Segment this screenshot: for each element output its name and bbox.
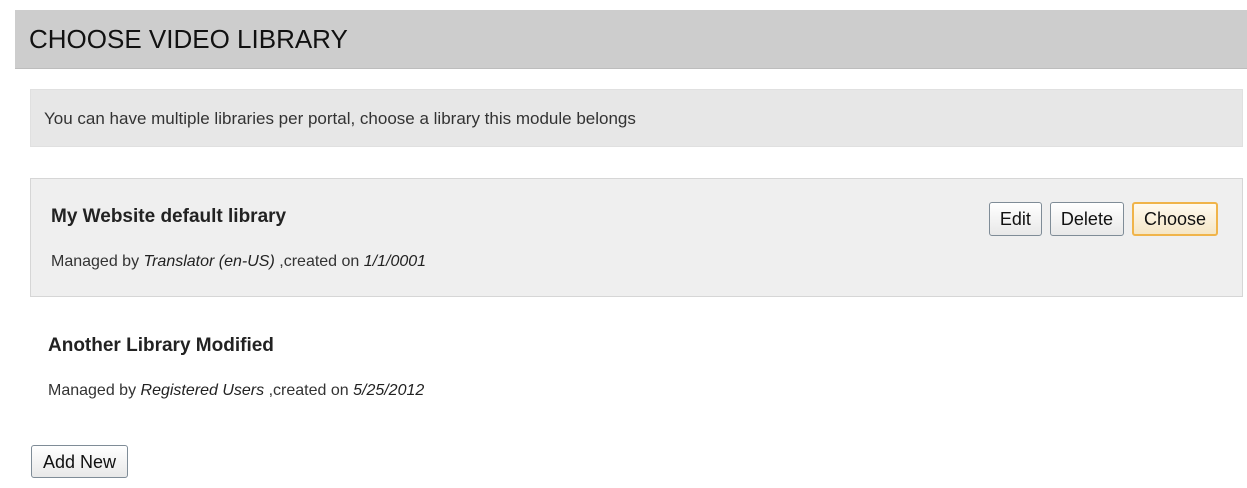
library-actions: Edit Delete Choose: [988, 202, 1218, 236]
created-prefix: ,created on: [268, 382, 349, 399]
managed-prefix: Managed by: [51, 253, 140, 270]
delete-button[interactable]: Delete: [1049, 202, 1124, 236]
library-item-default[interactable]: My Website default library Managed by Tr…: [30, 178, 1243, 297]
managed-prefix: Managed by: [48, 382, 137, 399]
library-manager: Translator (en-US): [143, 253, 275, 270]
info-text: You can have multiple libraries per port…: [44, 109, 636, 128]
choose-button[interactable]: Choose: [1131, 202, 1218, 236]
panel-header: CHOOSE VIDEO LIBRARY: [15, 10, 1247, 69]
choose-video-library-panel: CHOOSE VIDEO LIBRARY You can have multip…: [15, 10, 1247, 488]
page-title: CHOOSE VIDEO LIBRARY: [29, 24, 348, 54]
library-meta: Managed by Registered Users ,created on …: [48, 382, 424, 400]
library-meta: Managed by Translator (en-US) ,created o…: [51, 253, 426, 271]
add-new-button[interactable]: Add New: [31, 445, 129, 478]
created-prefix: ,created on: [279, 253, 360, 270]
library-name: Another Library Modified: [48, 335, 274, 356]
edit-button[interactable]: Edit: [988, 202, 1042, 236]
library-created-date: 1/1/0001: [363, 253, 427, 270]
library-manager: Registered Users: [140, 382, 265, 399]
library-item-another[interactable]: Another Library Modified Managed by Regi…: [30, 315, 1243, 425]
library-name: My Website default library: [51, 206, 287, 227]
info-box: You can have multiple libraries per port…: [30, 89, 1243, 147]
library-created-date: 5/25/2012: [353, 382, 425, 399]
